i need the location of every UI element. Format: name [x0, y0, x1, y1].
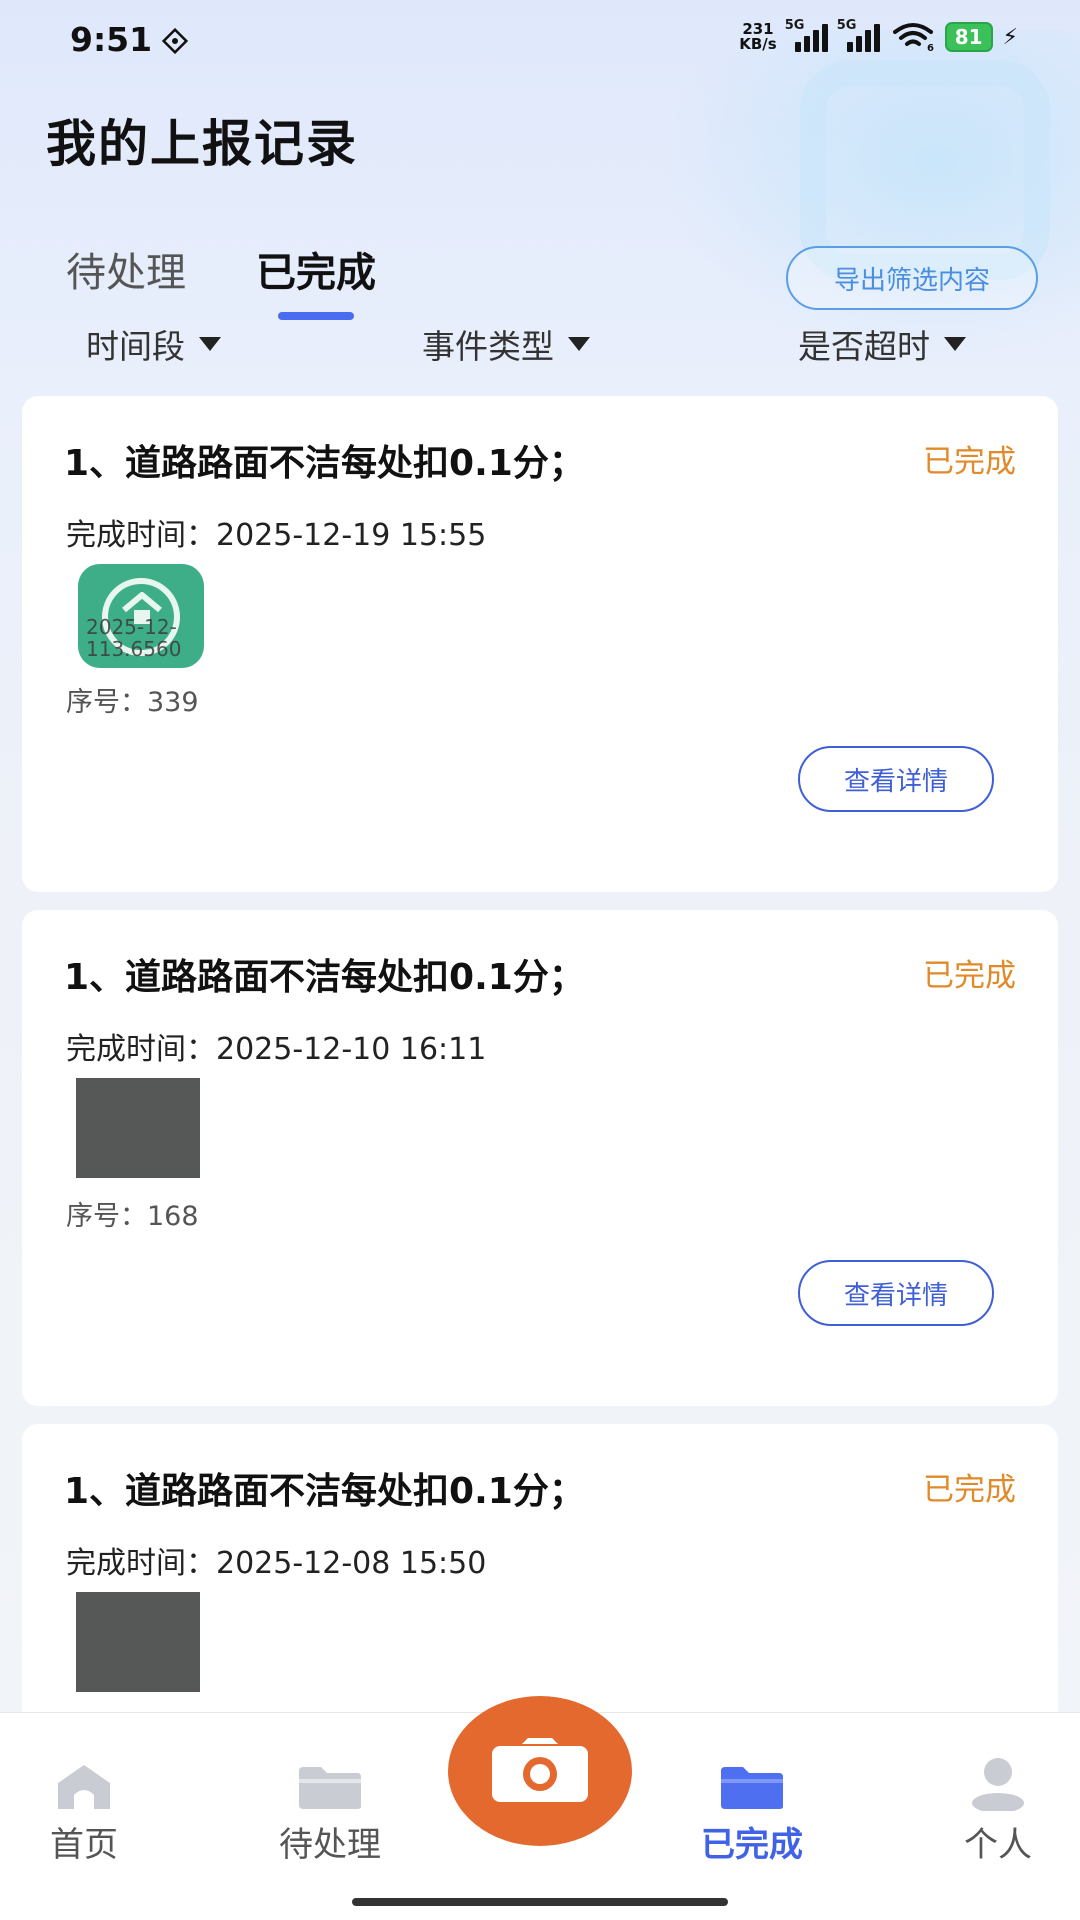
- record-photo-thumbnail[interactable]: 2025-12- 113.6560: [78, 564, 204, 668]
- caret-down-icon: [568, 337, 590, 351]
- page-title: 我的上报记录: [46, 115, 358, 173]
- status-badge: 已完成: [923, 444, 1016, 480]
- filter-bar: 时间段 事件类型 是否超时: [0, 320, 1080, 372]
- record-photo-thumbnail[interactable]: [76, 1592, 200, 1692]
- caret-down-icon: [944, 337, 966, 351]
- caret-down-icon: [199, 337, 221, 351]
- record-title: 1、道路路面不洁每处扣0.1分；: [64, 957, 585, 998]
- nav-profile[interactable]: 个人: [918, 1749, 1078, 1866]
- status-right: 231 KB/s 5G 5G 6 81 ⚡: [739, 18, 1018, 53]
- record-card[interactable]: 1、道路路面不洁每处扣0.1分； 已完成 完成时间：2025-12-10 16:…: [22, 910, 1058, 1406]
- wifi-icon: 6: [892, 23, 934, 52]
- tab-bar: 待处理 已完成: [66, 240, 376, 320]
- folder-icon: [721, 1767, 783, 1809]
- status-badge: 已完成: [923, 1472, 1016, 1508]
- completion-time: 完成时间：2025-12-10 16:11: [66, 1032, 487, 1067]
- view-details-button[interactable]: 查看详情: [798, 1260, 994, 1326]
- record-title: 1、道路路面不洁每处扣0.1分；: [64, 1471, 585, 1512]
- export-filtered-button[interactable]: 导出筛选内容: [786, 246, 1038, 310]
- completion-time: 完成时间：2025-12-08 15:50: [66, 1546, 487, 1581]
- person-icon: [972, 1758, 1024, 1811]
- nav-pending[interactable]: 待处理: [250, 1749, 410, 1866]
- record-sequence: 序号：339: [66, 687, 199, 718]
- folder-icon: [299, 1767, 361, 1809]
- record-photo-thumbnail[interactable]: [76, 1078, 200, 1178]
- network-speed: 231 KB/s: [739, 20, 777, 53]
- charging-icon: ⚡: [1002, 24, 1018, 50]
- photo-watermark: 2025-12- 113.6560: [86, 615, 182, 661]
- home-indicator-bar[interactable]: [352, 1898, 728, 1906]
- filter-label: 事件类型: [422, 327, 554, 366]
- cell-signal-icon: 5G: [837, 18, 881, 52]
- completion-time: 完成时间：2025-12-19 15:55: [66, 518, 487, 553]
- status-bar: 9:51 231 KB/s 5G 5G 6 81 ⚡: [0, 0, 1080, 84]
- camera-icon: [492, 1738, 588, 1802]
- camera-report-button[interactable]: [448, 1696, 632, 1846]
- nav-home[interactable]: 首页: [4, 1749, 164, 1866]
- filter-event-type[interactable]: 事件类型: [422, 320, 590, 368]
- filter-time-range[interactable]: 时间段: [86, 320, 221, 368]
- nav-completed[interactable]: 已完成: [672, 1749, 832, 1866]
- filter-label: 时间段: [86, 327, 185, 366]
- tab-pending[interactable]: 待处理: [66, 240, 186, 298]
- view-details-button[interactable]: 查看详情: [798, 746, 994, 812]
- svg-text:6: 6: [927, 43, 934, 52]
- record-card[interactable]: 1、道路路面不洁每处扣0.1分； 已完成 完成时间：2025-12-19 15:…: [22, 396, 1058, 892]
- filter-label: 是否超时: [798, 327, 930, 366]
- battery-indicator: 81: [944, 22, 993, 52]
- record-title: 1、道路路面不洁每处扣0.1分；: [64, 443, 585, 484]
- record-card[interactable]: 1、道路路面不洁每处扣0.1分； 已完成 完成时间：2025-12-08 15:…: [22, 1424, 1058, 1724]
- status-time: 9:51: [70, 20, 153, 59]
- record-sequence: 序号：168: [66, 1201, 199, 1232]
- filter-overtime[interactable]: 是否超时: [798, 320, 966, 368]
- cell-signal-icon: 5G: [785, 18, 829, 52]
- home-icon: [58, 1765, 110, 1809]
- status-badge: 已完成: [923, 958, 1016, 994]
- app-notification-icon: [162, 28, 188, 54]
- tab-completed[interactable]: 已完成: [256, 240, 376, 320]
